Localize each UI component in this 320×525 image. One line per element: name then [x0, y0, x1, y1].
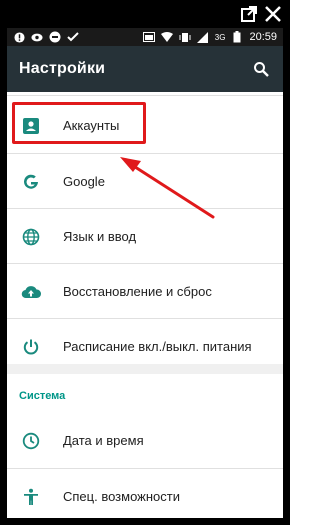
network-type: 3G: [214, 32, 226, 42]
account-box-icon: [11, 117, 51, 135]
settings-item-label: Язык и ввод: [63, 229, 137, 244]
settings-item-label: Дата и время: [63, 433, 144, 448]
settings-item-label: Расписание вкл./выкл. питания: [63, 339, 252, 354]
section-separator: [7, 364, 283, 374]
status-time: 20:59: [249, 31, 277, 43]
accessibility-icon: [11, 488, 51, 506]
divider: [7, 95, 283, 96]
vibrate-icon: [179, 31, 191, 43]
eye-icon: [31, 31, 43, 43]
settings-item-backup-reset[interactable]: Восстановление и сброс: [7, 264, 283, 319]
settings-item-date-time[interactable]: Дата и время: [7, 413, 283, 468]
wifi-icon: [160, 31, 173, 43]
window-top-strip: [0, 0, 290, 28]
device-bottom-edge: [7, 518, 283, 525]
google-g-icon: [11, 173, 51, 191]
globe-icon: [11, 228, 51, 246]
check-edit-icon: [67, 31, 79, 43]
signal-icon: [197, 31, 209, 43]
status-bar: 3G 20:59: [7, 28, 283, 46]
close-icon[interactable]: [262, 3, 284, 25]
cast-icon: [142, 31, 155, 43]
settings-item-label: Восстановление и сброс: [63, 284, 212, 299]
power-icon: [11, 338, 51, 356]
page-title: Настройки: [19, 60, 106, 77]
section-title-system: Система: [19, 390, 66, 402]
battery-icon: [231, 31, 243, 43]
alert-icon: [13, 31, 25, 43]
settings-item-label: Спец. возможности: [63, 489, 180, 504]
link-icon: [49, 31, 61, 43]
settings-item-label: Аккаунты: [63, 118, 120, 133]
settings-item-accessibility[interactable]: Спец. возможности: [7, 469, 283, 518]
clock-icon: [11, 432, 51, 450]
external-link-icon[interactable]: [238, 3, 260, 25]
settings-item-language[interactable]: Язык и ввод: [7, 209, 283, 264]
search-icon[interactable]: [243, 51, 279, 87]
settings-list: Аккаунты Google Язык и ввод Восстановлен…: [7, 92, 283, 518]
settings-item-google[interactable]: Google: [7, 154, 283, 209]
settings-item-accounts[interactable]: Аккаунты: [7, 98, 283, 153]
app-bar: Настройки: [7, 46, 283, 92]
cloud-upload-icon: [11, 284, 51, 300]
settings-item-label: Google: [63, 174, 105, 189]
